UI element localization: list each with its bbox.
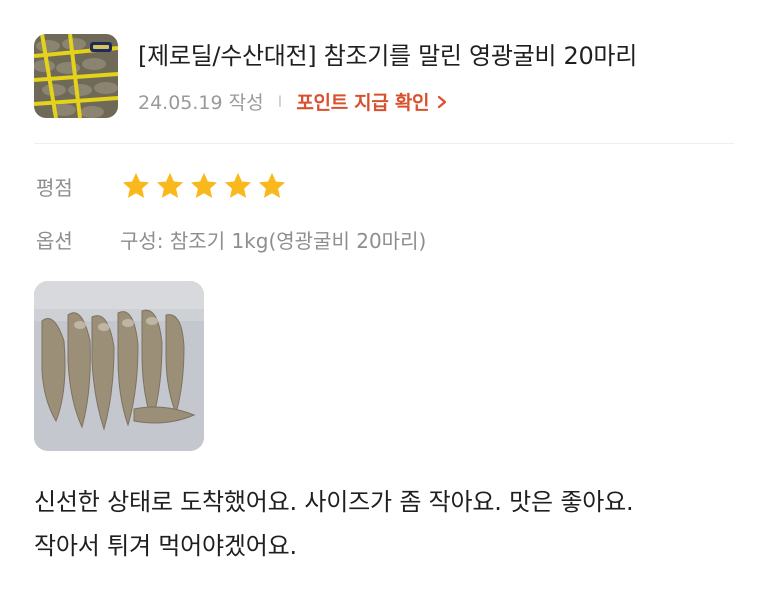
review-text: 신선한 상태로 도착했어요. 사이즈가 좀 작아요. 맛은 좋아요. 작아서 튀… — [34, 480, 744, 568]
point-payment-link[interactable]: 포인트 지급 확인 — [296, 88, 447, 115]
option-label: 옵션 — [36, 229, 73, 253]
rating-stars — [120, 170, 288, 202]
star-icon — [122, 172, 150, 198]
review-text-line: 작아서 튀겨 먹어야겠어요. — [34, 532, 297, 560]
chevron-right-icon — [437, 92, 447, 114]
review-meta: 24.05.19 작성 I 포인트 지급 확인 — [138, 88, 447, 115]
divider — [34, 143, 734, 144]
review-date: 24.05.19 작성 — [138, 92, 264, 114]
star-icon — [156, 172, 184, 198]
meta-separator: I — [277, 92, 283, 111]
option-value: 구성: 참조기 1kg(영광굴비 20마리) — [120, 229, 427, 253]
review-photo-image — [34, 281, 204, 451]
product-title[interactable]: [제로딜/수산대전] 참조기를 말린 영광굴비 20마리 — [138, 36, 637, 71]
star-icon — [190, 172, 218, 198]
rating-label: 평점 — [36, 176, 73, 200]
review-text-line: 신선한 상태로 도착했어요. 사이즈가 좀 작아요. 맛은 좋아요. — [34, 488, 634, 516]
product-thumbnail-image — [34, 34, 118, 118]
product-thumbnail[interactable] — [34, 34, 118, 118]
star-icon — [224, 172, 252, 198]
review-photo[interactable] — [34, 281, 204, 451]
point-payment-link-label: 포인트 지급 확인 — [296, 92, 430, 114]
star-icon — [258, 172, 286, 198]
